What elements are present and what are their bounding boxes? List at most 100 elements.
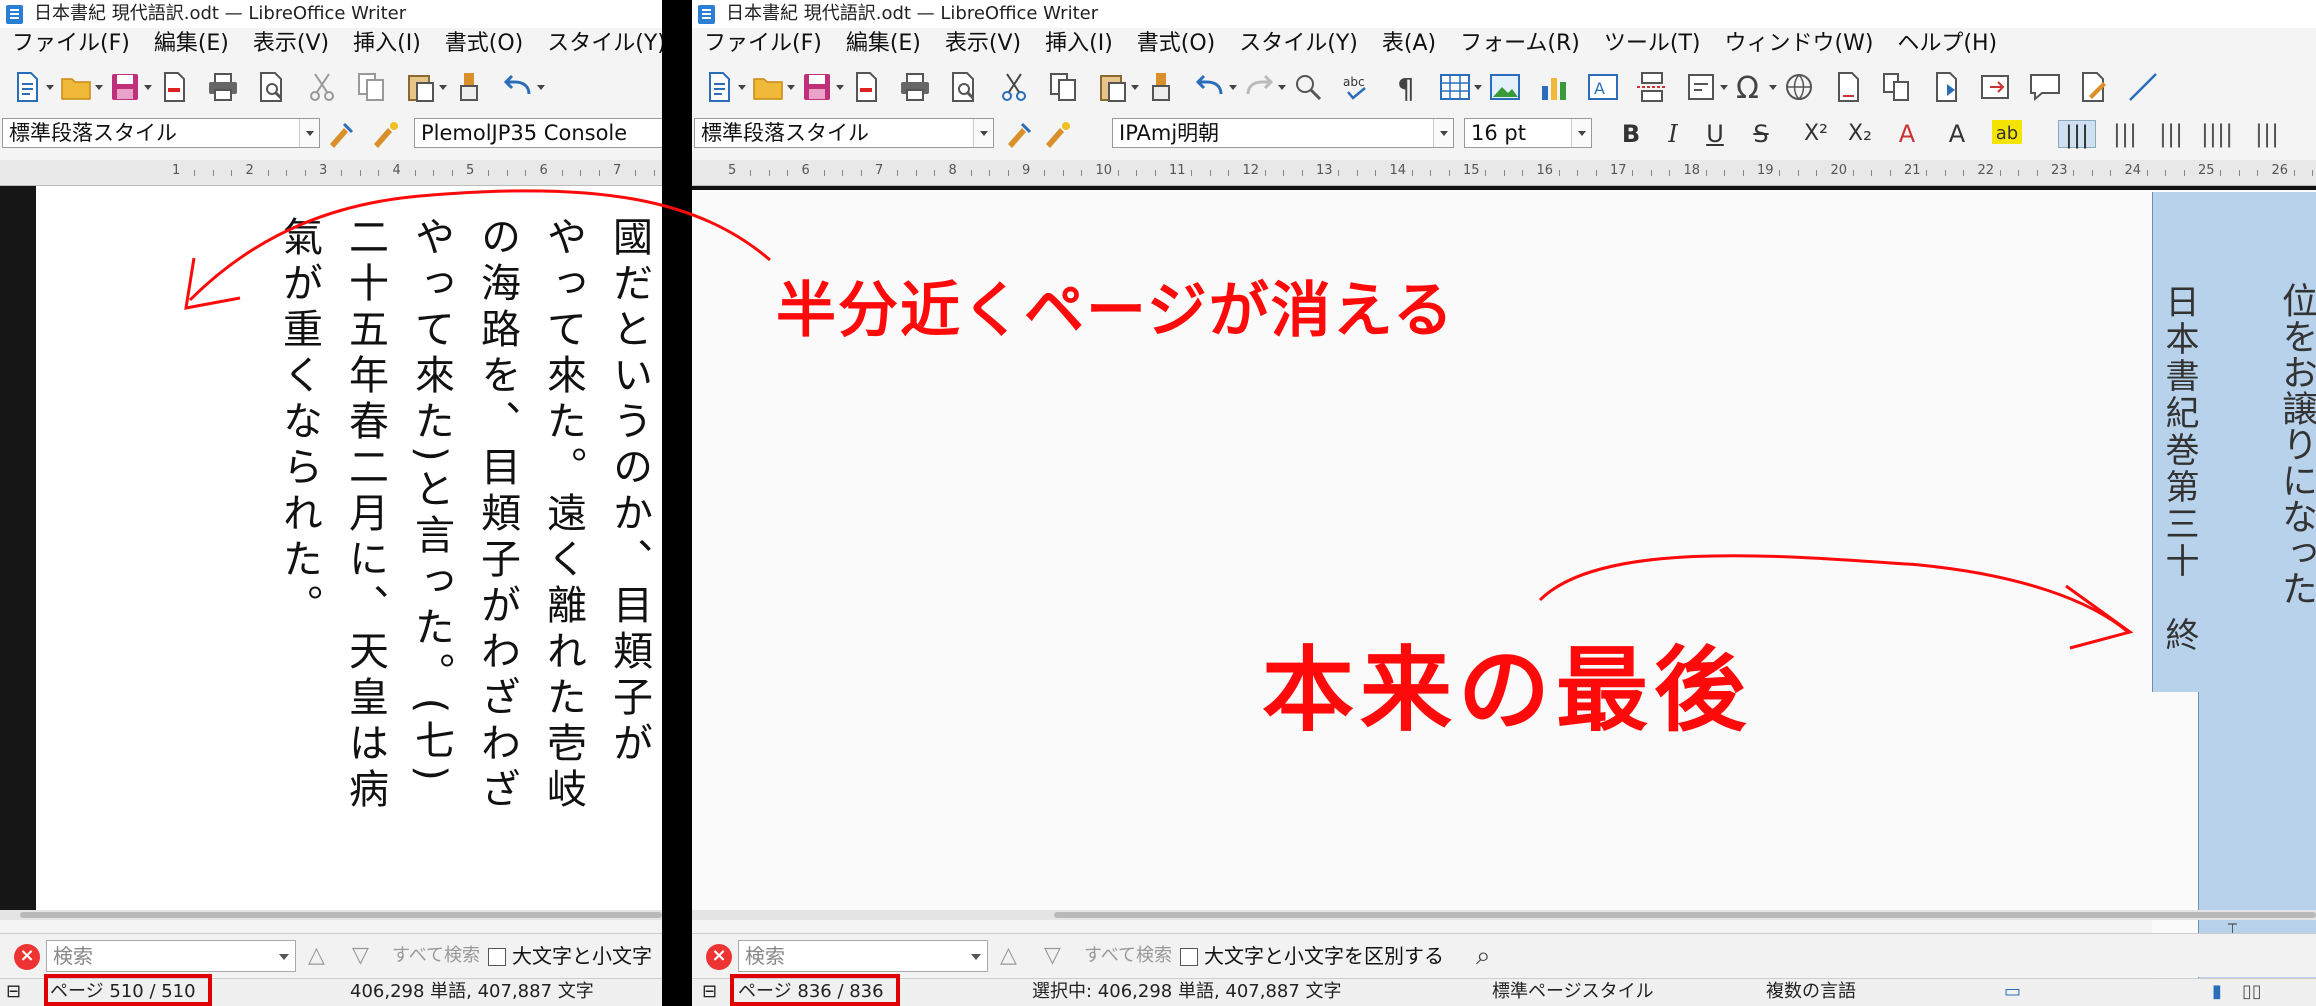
clone-formatting-icon[interactable] [1144,70,1178,104]
italic-icon[interactable]: I [1658,120,1688,148]
print-icon[interactable] [898,70,932,104]
menu-tools[interactable]: ツール(T) [1592,28,1713,60]
find-previous-icon[interactable]: △ [1000,942,1017,970]
menu-format[interactable]: 書式(O) [433,28,535,60]
underline-icon[interactable]: U [1700,120,1730,148]
menu-window[interactable]: ウィンドウ(W) [1713,28,1886,60]
open-folder-icon[interactable] [59,70,104,104]
document-page[interactable]: 國だというのか、目頬子が やって來た。遠く離れた壱岐 の海路を、目頬子がわざわざ やっ… [36,186,662,910]
subscript-icon[interactable]: X₂ [1842,120,1878,148]
new-document-icon[interactable] [10,70,54,104]
font-name-combo[interactable]: IPAmj明朝 [1112,118,1454,148]
bold-icon[interactable]: B [1616,120,1646,148]
distributed-icon[interactable]: ||| [2248,120,2286,148]
spelling-icon[interactable]: abc [1340,70,1374,104]
insert-line-icon[interactable] [2126,70,2160,104]
undo-icon[interactable] [1193,70,1237,104]
font-color-icon[interactable]: A [1942,120,1972,148]
menu-styles[interactable]: スタイル(Y) [1227,28,1370,60]
find-replace-icon[interactable]: ⌕ [1476,942,1491,970]
cross-reference-icon[interactable] [1880,70,1914,104]
clear-formatting-icon[interactable]: A [1892,120,1922,148]
chevron-down-icon[interactable] [1571,119,1591,147]
font-size-combo[interactable]: 16 pt [1464,118,1592,148]
scrollbar-thumb[interactable] [20,912,662,918]
menu-view[interactable]: 表示(V) [241,28,341,60]
comment-icon[interactable] [2028,70,2062,104]
close-find-icon[interactable]: × [706,944,732,970]
formatting-marks-icon[interactable]: ¶ [1389,70,1423,105]
cut-icon[interactable] [305,70,339,104]
update-style-icon[interactable] [1004,120,1034,148]
hyperlink-icon[interactable] [1782,70,1816,104]
copy-icon[interactable] [1046,70,1080,104]
print-icon[interactable] [206,70,240,104]
export-pdf-icon[interactable] [849,70,883,104]
horizontal-scrollbar[interactable] [692,910,2316,920]
find-next-icon[interactable]: ▽ [352,942,369,970]
new-style-icon[interactable] [1042,120,1072,148]
special-character-icon[interactable]: Ω [1733,70,1777,106]
menu-edit[interactable]: 編集(E) [142,28,241,60]
doc-modified-icon[interactable]: ⊟ [702,979,717,1005]
paragraph-style-combo[interactable]: 標準段落スタイル [694,118,994,148]
menu-form[interactable]: フォーム(R) [1448,28,1592,60]
update-style-icon[interactable] [326,120,356,148]
menu-view[interactable]: 表示(V) [933,28,1033,60]
menu-insert[interactable]: 挿入(I) [1033,28,1125,60]
menu-format[interactable]: 書式(O) [1125,28,1227,60]
insert-image-icon[interactable] [1488,70,1522,104]
align-center-icon[interactable]: ||| [2106,120,2144,148]
single-page-view-icon[interactable]: ▮ [2212,979,2222,1005]
export-pdf-icon[interactable] [157,70,191,104]
word-count[interactable]: 選択中: 406,298 単語, 407,887 文字 [1032,979,1342,1005]
selected-text-block[interactable]: 位をお譲りになった 日本書紀巻第三十 終 [2152,192,2316,692]
chevron-down-icon[interactable] [273,941,295,971]
insert-chart-icon[interactable] [1537,70,1571,104]
insert-textbox-icon[interactable]: A [1586,70,1620,104]
menu-file[interactable]: ファイル(F) [0,28,142,60]
language-status[interactable]: 複数の言語 [1766,979,1856,1005]
find-replace-icon[interactable] [1291,70,1325,104]
word-count[interactable]: 406,298 単語, 407,887 文字 [350,979,594,1005]
clone-formatting-icon[interactable] [452,70,486,104]
menu-help[interactable]: ヘルプ(H) [1885,28,2009,60]
insert-mode-icon[interactable]: ▭ [2004,979,2021,1005]
find-previous-icon[interactable]: △ [308,942,325,970]
match-case-checkbox[interactable] [1180,948,1198,966]
footnote-icon[interactable] [1831,70,1865,104]
highlight-color-icon[interactable]: ab [1992,120,2022,144]
track-changes-icon[interactable] [2077,70,2111,104]
horizontal-ruler[interactable]: 5 6 7 8 9 10 11 12 13 14 15 16 17 18 19 20 21 22 23 24 25 26 [692,160,2316,186]
open-folder-icon[interactable] [751,70,796,104]
page-break-icon[interactable] [1635,70,1669,104]
print-preview-icon[interactable] [255,70,289,104]
save-icon[interactable] [800,70,845,104]
paste-icon[interactable] [403,70,447,104]
justify-icon[interactable]: |||| [2198,120,2236,148]
print-preview-icon[interactable] [947,70,981,104]
new-style-icon[interactable] [370,120,400,148]
menu-insert[interactable]: 挿入(I) [341,28,433,60]
chevron-down-icon[interactable] [299,119,319,147]
menu-table[interactable]: 表(A) [1370,28,1448,60]
new-document-icon[interactable] [702,70,746,104]
insert-field-icon[interactable] [1684,70,1728,104]
insert-bookmark-icon[interactable] [1929,70,1963,104]
horizontal-scrollbar[interactable] [0,910,662,920]
find-all-button[interactable]: すべて検索 [392,942,480,970]
doc-modified-icon[interactable]: ⊟ [6,979,21,1005]
font-name-combo[interactable]: PlemolJP35 Console [414,118,662,148]
multi-page-view-icon[interactable]: ▯▯ [2242,979,2262,1005]
menu-styles[interactable]: スタイル(Y) [535,28,662,60]
redo-icon[interactable] [1242,70,1287,104]
search-input[interactable]: 検索 [46,940,296,972]
chevron-down-icon[interactable] [965,941,987,971]
cut-icon[interactable] [997,70,1031,104]
align-right-icon[interactable]: ||| [2152,120,2190,148]
undo-icon[interactable] [501,70,545,104]
menu-file[interactable]: ファイル(F) [692,28,834,60]
match-case-checkbox[interactable] [488,948,506,966]
copy-icon[interactable] [354,70,388,104]
paragraph-style-combo[interactable]: 標準段落スタイル [2,118,320,148]
